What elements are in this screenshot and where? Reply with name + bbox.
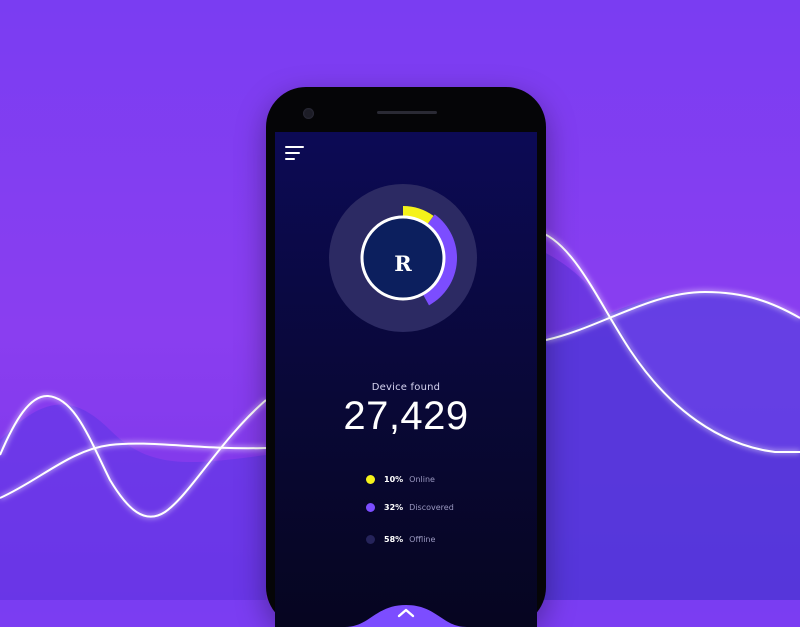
device-found-count: 27,429 <box>343 394 469 438</box>
camera-icon <box>303 108 314 119</box>
legend-item-discovered: 32% Discovered <box>366 503 454 512</box>
discovered-dot-icon <box>366 503 375 512</box>
legend-item-offline: 58% Offline <box>366 535 435 544</box>
legend-percent: 10% <box>384 475 404 484</box>
speaker-grille <box>377 111 437 114</box>
legend-item-online: 10% Online <box>366 475 435 484</box>
legend-label: Offline <box>409 535 436 544</box>
legend-label: Discovered <box>409 503 454 512</box>
bottom-tab-shape <box>345 605 467 627</box>
offline-dot-icon <box>366 535 375 544</box>
device-found-label: Device found <box>371 382 441 393</box>
legend-percent: 32% <box>384 503 404 512</box>
legend-label: Online <box>409 475 435 484</box>
online-dot-icon <box>366 475 375 484</box>
center-logo-letter: R <box>394 250 412 276</box>
app-screen: R Device found 27,429 10% Online 32% Dis… <box>275 132 537 627</box>
bottom-expand-tab[interactable] <box>275 577 537 627</box>
phone-device: R Device found 27,429 10% Online 32% Dis… <box>266 87 546 627</box>
legend-percent: 58% <box>384 535 404 544</box>
wave-fill-left <box>0 404 266 600</box>
